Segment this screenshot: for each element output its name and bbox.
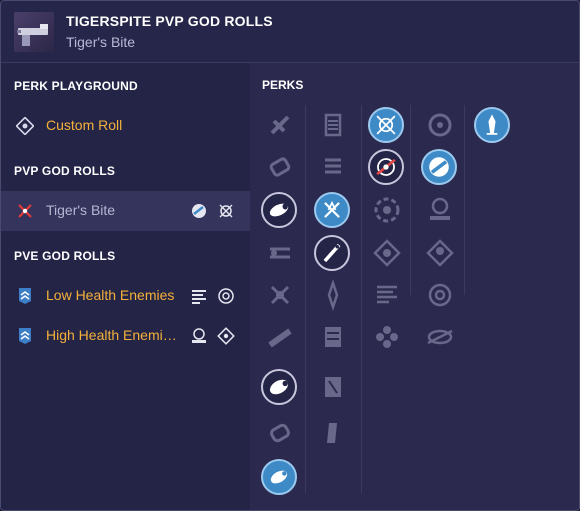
barrel-perk-icon[interactable] — [262, 149, 298, 185]
magazine-perk-icon[interactable] — [315, 369, 351, 405]
magazine-perk-icon[interactable] — [315, 107, 351, 143]
column-divider — [361, 105, 362, 493]
section-heading-pvp: PVP GOD ROLLS — [14, 164, 116, 178]
weapon-icon — [14, 12, 54, 52]
barrel-perk-icon[interactable] — [262, 107, 298, 143]
section-heading-pve: PVE GOD ROLLS — [14, 249, 116, 263]
roll-item-tigers-bite[interactable]: Tiger's Bite — [1, 191, 250, 231]
selected-trait-perk-icon[interactable] — [368, 107, 404, 143]
chevron-rank-icon — [19, 288, 31, 304]
magazine-perk-icon[interactable] — [315, 319, 351, 355]
frenzy-perk-icon — [192, 204, 206, 218]
section-heading-perk-playground: PERK PLAYGROUND — [14, 79, 138, 93]
chevron-rank-icon — [19, 328, 31, 344]
god-rolls-panel: TIGERSPITE PVP GOD ROLLS Tiger's Bite PE… — [0, 0, 580, 511]
selected-trait-perk-icon[interactable] — [421, 149, 457, 185]
magazine-perk-icon[interactable] — [315, 149, 351, 185]
trait-perk-icon[interactable] — [422, 235, 458, 271]
column-divider — [305, 105, 306, 493]
selected-magazine-perk-icon[interactable] — [314, 192, 350, 228]
magazine-perk-icon[interactable] — [315, 277, 351, 313]
perks-area: PERKS — [250, 63, 579, 510]
selected-trait-perk-icon[interactable] — [368, 149, 404, 185]
crossed-out-icon — [18, 204, 32, 218]
trait-perk-icon[interactable] — [422, 319, 458, 355]
trait-perk-icon[interactable] — [369, 235, 405, 271]
selected-origin-perk-icon[interactable] — [474, 107, 510, 143]
barrel-perk-icon[interactable] — [262, 277, 298, 313]
weapon-header: TIGERSPITE PVP GOD ROLLS Tiger's Bite — [1, 1, 579, 63]
reticle-perk-icon — [219, 204, 233, 218]
column-divider — [464, 105, 465, 295]
trait-perk-icon[interactable] — [369, 192, 405, 228]
magazine-perk-icon[interactable] — [315, 415, 351, 451]
barrel-perk-icon[interactable] — [262, 235, 298, 271]
roll-item-high-health-enemies[interactable]: High Health Enemi… — [1, 316, 250, 356]
rolls-sidebar: PERK PLAYGROUND Custom Roll PVP GOD ROLL… — [1, 63, 250, 510]
roll-item-custom-roll[interactable]: Custom Roll — [1, 106, 250, 146]
selected-barrel-perk-icon[interactable] — [261, 192, 297, 228]
roll-item-label: Custom Roll — [46, 117, 123, 133]
diamond-skull-icon — [217, 327, 235, 345]
trait-perk-icon[interactable] — [422, 277, 458, 313]
barrel-perk-icon[interactable] — [262, 415, 298, 451]
stacked-bars-icon — [192, 290, 206, 304]
trait-perk-icon[interactable] — [369, 277, 405, 313]
roll-item-label: Tiger's Bite — [46, 202, 116, 218]
perks-heading: PERKS — [262, 78, 304, 92]
target-ring-icon — [218, 288, 234, 304]
skull-icon — [192, 328, 206, 343]
barrel-perk-icon[interactable] — [262, 319, 298, 355]
selected-magazine-perk-icon[interactable] — [314, 235, 350, 271]
trait-perk-icon[interactable] — [422, 107, 458, 143]
roll-item-low-health-enemies[interactable]: Low Health Enemies — [1, 276, 250, 316]
roll-item-label: High Health Enemi… — [46, 327, 177, 343]
page-subtitle: Tiger's Bite — [66, 34, 136, 50]
selected-barrel-perk-icon[interactable] — [261, 369, 297, 405]
trait-perk-icon[interactable] — [369, 319, 405, 355]
column-divider — [410, 105, 411, 295]
crosshair-diamond-icon — [16, 117, 34, 135]
selected-barrel-perk-icon[interactable] — [261, 459, 297, 495]
trait-perk-icon[interactable] — [422, 192, 458, 228]
roll-item-label: Low Health Enemies — [46, 287, 175, 303]
page-title: TIGERSPITE PVP GOD ROLLS — [66, 13, 273, 29]
